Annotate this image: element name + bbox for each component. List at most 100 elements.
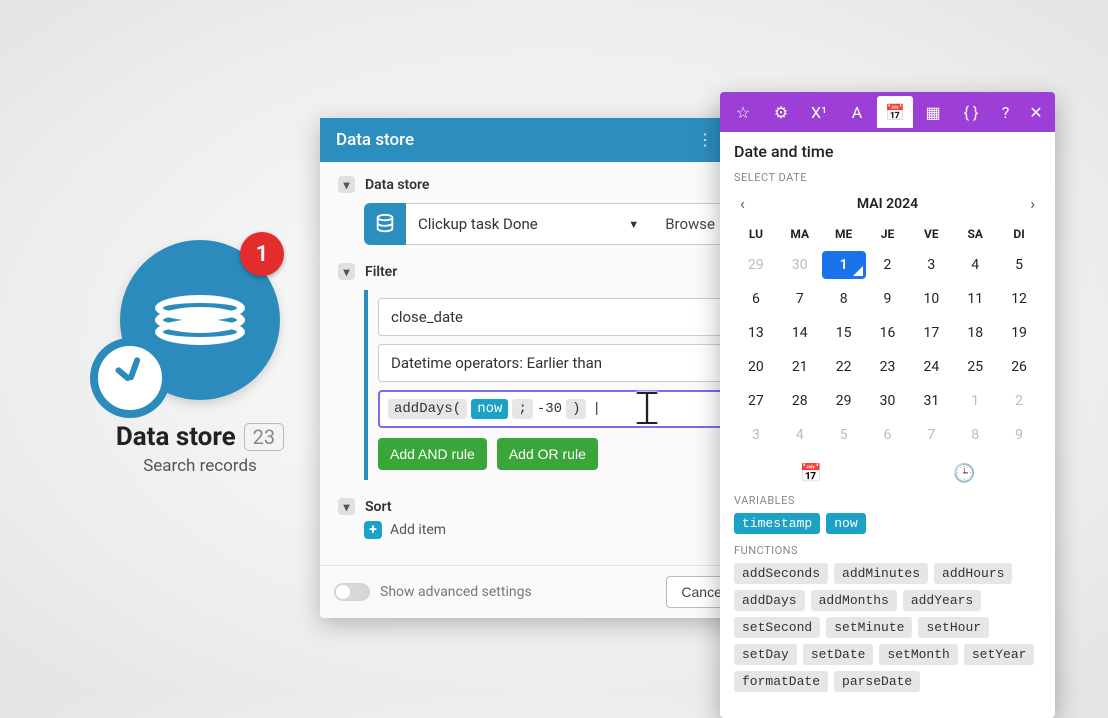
module-icon[interactable]: 1	[120, 240, 280, 400]
tab-array-icon[interactable]: ▦	[915, 96, 951, 128]
tab-calendar-icon[interactable]: 📅	[877, 96, 913, 128]
calendar-day[interactable]: 2	[866, 251, 910, 279]
calendar-day[interactable]: 20	[734, 353, 778, 381]
calendar-weekday: DI	[997, 223, 1041, 245]
picker-help-icon[interactable]: ?	[992, 96, 1020, 128]
fn-token: )	[566, 399, 586, 419]
filter-field-select[interactable]: close_date ▾	[378, 298, 754, 336]
calendar-day[interactable]: 18	[953, 319, 997, 347]
calendar-day[interactable]: 25	[953, 353, 997, 381]
calendar-day[interactable]: 29	[734, 251, 778, 279]
calendar-day[interactable]: 30	[866, 387, 910, 415]
browse-button[interactable]: Browse	[651, 203, 730, 245]
add-and-rule-button[interactable]: Add AND rule	[378, 438, 487, 470]
config-dialog: Data store ⋮ ⛶ ? ▾ Data store Clickup ta…	[320, 118, 780, 618]
calendar-day[interactable]: 9	[997, 421, 1041, 449]
calendar-day[interactable]: 7	[778, 285, 822, 313]
function-tag[interactable]: setDate	[803, 644, 874, 665]
calendar-day[interactable]: 8	[953, 421, 997, 449]
collapse-icon[interactable]: ▾	[338, 263, 355, 280]
calendar-day[interactable]: 3	[734, 421, 778, 449]
function-tag[interactable]: addMonths	[811, 590, 897, 611]
calendar-day[interactable]: 1	[822, 251, 866, 279]
advanced-toggle[interactable]	[334, 583, 370, 601]
datastore-select[interactable]: Clickup task Done ▼	[406, 203, 651, 245]
calendar-day[interactable]: 7	[909, 421, 953, 449]
calendar-day[interactable]: 19	[997, 319, 1041, 347]
function-tag[interactable]: setHour	[918, 617, 989, 638]
cal-next-icon[interactable]: ›	[1024, 190, 1041, 217]
variable-tag[interactable]: timestamp	[734, 513, 820, 534]
function-tag[interactable]: addHours	[934, 563, 1012, 584]
module-title: Data store 23	[116, 422, 284, 452]
calendar-weekday: ME	[822, 223, 866, 245]
function-tag[interactable]: setYear	[964, 644, 1035, 665]
calendar-day[interactable]: 16	[866, 319, 910, 347]
calendar-day[interactable]: 23	[866, 353, 910, 381]
calendar-day[interactable]: 27	[734, 387, 778, 415]
calendar-day[interactable]: 29	[822, 387, 866, 415]
calendar-day[interactable]: 1	[953, 387, 997, 415]
tab-braces-icon[interactable]: { }	[953, 96, 989, 128]
calendar-day[interactable]: 4	[778, 421, 822, 449]
calendar-day[interactable]: 5	[997, 251, 1041, 279]
tab-gear-icon[interactable]: ⚙	[763, 96, 799, 128]
function-tag[interactable]: setDay	[734, 644, 797, 665]
calendar-day[interactable]: 6	[866, 421, 910, 449]
calendar-day[interactable]: 14	[778, 319, 822, 347]
calendar-day[interactable]: 22	[822, 353, 866, 381]
calendar-weekday: MA	[778, 223, 822, 245]
function-tag[interactable]: setMonth	[879, 644, 957, 665]
picker-title: Date and time	[734, 142, 1041, 161]
function-tag[interactable]: formatDate	[734, 671, 828, 692]
calendar-day[interactable]: 9	[866, 285, 910, 313]
calendar-day[interactable]: 17	[909, 319, 953, 347]
calendar-day[interactable]: 31	[909, 387, 953, 415]
add-or-rule-button[interactable]: Add OR rule	[497, 438, 598, 470]
calendar-day[interactable]: 11	[953, 285, 997, 313]
calendar-day[interactable]: 28	[778, 387, 822, 415]
calendar-day[interactable]: 3	[909, 251, 953, 279]
calendar-day[interactable]: 10	[909, 285, 953, 313]
calendar-date-tab-icon[interactable]: 📅	[800, 463, 822, 484]
tab-text-icon[interactable]: A	[839, 96, 875, 128]
filter-operator-select[interactable]: Datetime operators: Earlier than ▾	[378, 344, 754, 382]
fn-token: ;	[512, 399, 532, 419]
literal-text: -30	[537, 401, 562, 417]
function-tag[interactable]: addMinutes	[834, 563, 928, 584]
picker-close-icon[interactable]: ✕	[1022, 96, 1050, 128]
calendar-weekday: SA	[953, 223, 997, 245]
calendar-day[interactable]: 12	[997, 285, 1041, 313]
collapse-icon[interactable]: ▾	[338, 498, 355, 515]
variable-tag[interactable]: now	[826, 513, 865, 534]
picker-tabs: ☆ ⚙ X¹ A 📅 ▦ { } ? ✕	[720, 92, 1055, 132]
calendar-day[interactable]: 2	[997, 387, 1041, 415]
calendar-day[interactable]: 30	[778, 251, 822, 279]
function-tag[interactable]: addDays	[734, 590, 805, 611]
calendar-month: MAI 2024	[857, 196, 918, 212]
calendar-day[interactable]: 24	[909, 353, 953, 381]
calendar-day[interactable]: 26	[997, 353, 1041, 381]
function-tag[interactable]: addSeconds	[734, 563, 828, 584]
calendar-day[interactable]: 15	[822, 319, 866, 347]
calendar-day[interactable]: 5	[822, 421, 866, 449]
add-item-label[interactable]: Add item	[390, 522, 446, 538]
calendar-weekday: JE	[866, 223, 910, 245]
collapse-icon[interactable]: ▾	[338, 176, 355, 193]
function-tag[interactable]: setSecond	[734, 617, 820, 638]
calendar-day[interactable]: 13	[734, 319, 778, 347]
calendar-day[interactable]: 8	[822, 285, 866, 313]
cal-prev-icon[interactable]: ‹	[734, 190, 751, 217]
tab-star-icon[interactable]: ☆	[725, 96, 761, 128]
calendar-day[interactable]: 6	[734, 285, 778, 313]
filter-value-input[interactable]: addDays( now ; -30 ) | 𝙸	[378, 390, 754, 428]
kebab-icon[interactable]: ⋮	[697, 130, 713, 150]
tab-math-icon[interactable]: X¹	[801, 96, 837, 128]
function-tag[interactable]: addYears	[903, 590, 981, 611]
calendar-day[interactable]: 4	[953, 251, 997, 279]
add-item-button[interactable]: +	[364, 521, 382, 539]
calendar-time-tab-icon[interactable]: 🕒	[953, 463, 975, 484]
function-tag[interactable]: parseDate	[834, 671, 920, 692]
function-tag[interactable]: setMinute	[826, 617, 912, 638]
calendar-day[interactable]: 21	[778, 353, 822, 381]
